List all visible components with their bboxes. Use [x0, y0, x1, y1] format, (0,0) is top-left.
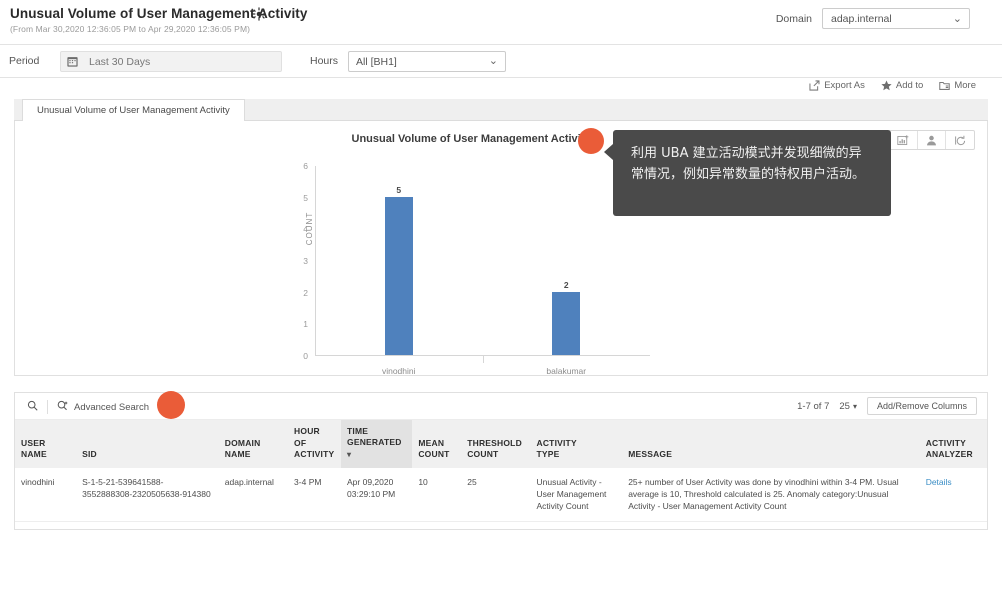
advanced-search-icon[interactable]: [57, 398, 69, 416]
cell-user-name: vinodhini: [15, 467, 77, 522]
y-tick-label: 0: [303, 351, 308, 361]
page-size-select[interactable]: 25 ▾: [839, 401, 857, 412]
page-header: Unusual Volume of User Management Activi…: [0, 0, 1002, 44]
filter-bar: Period Last 30 Days Hours All [BH1] ⌄: [0, 44, 1002, 78]
bar-value-label: 2: [563, 279, 569, 290]
y-tick-label: 4: [303, 224, 308, 235]
results-table-panel: Advanced Search 1-7 of 7 25 ▾ Add/Remove…: [14, 391, 988, 530]
annotation-callout: 利用 UBA 建立活动模式并发现细微的异常情况，例如异常数量的特权用户活动。: [604, 130, 891, 216]
sort-caret-icon: ▾: [347, 449, 352, 459]
search-icon[interactable]: [27, 398, 38, 416]
hours-select[interactable]: All [BH1] ⌄: [348, 51, 506, 72]
cell-activity-type: Unusual Activity - User Management Activ…: [530, 467, 623, 522]
column-header[interactable]: MEAN COUNT: [412, 420, 462, 468]
refresh-icon[interactable]: [946, 131, 974, 149]
chevron-down-icon: ⌄: [952, 13, 962, 25]
domain-label: Domain: [775, 12, 812, 25]
page-subtitle: (From Mar 30,2020 12:36:05 PM to Apr 29,…: [10, 24, 251, 34]
y-tick-label: 3: [303, 256, 308, 266]
chevron-down-icon: ⌄: [488, 55, 498, 67]
bar[interactable]: [384, 196, 413, 355]
user-icon[interactable]: [918, 131, 946, 149]
chart-toolbar: [889, 130, 975, 150]
y-tick-label: 2: [303, 287, 308, 298]
cell-domain-name: adap.internal: [218, 467, 289, 522]
cell-threshold-count: 25: [461, 467, 531, 522]
hours-label: Hours: [310, 55, 339, 67]
cell-message: 25+ number of User Activity was done by …: [622, 467, 920, 522]
export-icon: [809, 80, 820, 91]
column-header[interactable]: SID: [76, 420, 219, 468]
page-size-value: 25: [839, 400, 850, 412]
cell-activity-analyzer: Details: [919, 467, 987, 522]
callout-marker-chart: [578, 128, 604, 154]
callout-text: 利用 UBA 建立活动模式并发现细微的异常情况，例如异常数量的特权用户活动。: [631, 146, 866, 183]
period-input[interactable]: Last 30 Days: [60, 51, 282, 72]
x-axis-separator: [482, 356, 484, 363]
more-folder-icon: [939, 80, 951, 91]
report-page: Unusual Volume of User Management Activi…: [0, 0, 1002, 589]
cell-sid: S-1-5-21-539641588-3552888308-2320505638…: [76, 467, 219, 522]
y-axis-line: [315, 166, 316, 356]
cell-hour-of-activity: 3-4 PM: [288, 467, 342, 522]
domain-filter: Domain adap.internal ⌄: [776, 8, 970, 29]
bar-value-label: 5: [396, 184, 402, 195]
domain-select[interactable]: adap.internal ⌄: [822, 8, 970, 29]
sparkle-icon: [252, 7, 266, 21]
add-chart-icon[interactable]: [890, 131, 918, 149]
tab-unusual-volume[interactable]: Unusual Volume of User Management Activi…: [22, 99, 245, 121]
chart-plot-area: COUNT 0123456 5 vinodhini 2 balakumar: [303, 161, 650, 376]
cell-mean-count: 10: [412, 467, 462, 522]
column-header[interactable]: USER NAME: [15, 420, 77, 468]
period-label: Period: [9, 55, 40, 67]
star-icon: [881, 80, 892, 91]
period-value: Last 30 Days: [89, 55, 151, 68]
cell-time-generated: Apr 09,2020 03:29:10 PM: [341, 467, 413, 522]
report-actions: Export As Add to More: [809, 80, 976, 91]
y-tick-label: 1: [303, 319, 308, 330]
advanced-search-label[interactable]: Advanced Search: [74, 402, 149, 413]
bar[interactable]: [552, 291, 581, 355]
table-pagination-controls: 1-7 of 7 25 ▾ Add/Remove Columns: [797, 397, 977, 415]
calendar-icon: [61, 56, 83, 67]
record-range: 1-7 of 7: [797, 400, 830, 412]
results-table: USER NAME SID DOMAIN NAME HOUR OF ACTIVITY TIME G…: [15, 420, 987, 522]
table-toolbar: Advanced Search 1-7 of 7 25 ▾ Add/Remove…: [15, 391, 987, 420]
export-as-label: Export As: [824, 80, 865, 91]
chevron-down-icon: ▾: [852, 401, 857, 411]
column-header[interactable]: TIME GENERATED ▾: [341, 420, 413, 468]
column-header[interactable]: ACTIVITY TYPE: [530, 420, 623, 468]
column-header[interactable]: HOUR OF ACTIVITY: [288, 420, 342, 468]
tab-label: Unusual Volume of User Management Activi…: [37, 105, 230, 116]
callout-marker-search: [157, 391, 185, 419]
column-header[interactable]: THRESHOLD COUNT: [461, 420, 531, 468]
table-row[interactable]: vinodhini S-1-5-21-539641588-3552888308-2…: [15, 467, 987, 522]
table-header-row: USER NAME SID DOMAIN NAME HOUR OF ACTIVITY TIME G…: [15, 420, 987, 468]
x-tick-label: balakumar: [546, 366, 587, 376]
toolbar-divider: [47, 400, 48, 414]
add-to-button[interactable]: Add to: [881, 80, 923, 91]
y-tick-label: 6: [303, 161, 308, 171]
more-button[interactable]: More: [939, 80, 976, 91]
column-header[interactable]: MESSAGE: [622, 420, 920, 468]
add-to-label: Add to: [895, 80, 924, 91]
add-remove-columns-button[interactable]: Add/Remove Columns: [866, 397, 977, 415]
domain-selected-value: adap.internal: [831, 12, 892, 25]
column-header[interactable]: ACTIVITY ANALYZER: [919, 420, 987, 468]
table-body: vinodhini S-1-5-21-539641588-3552888308-2…: [15, 467, 987, 522]
hours-selected-value: All [BH1]: [356, 55, 397, 68]
column-header[interactable]: DOMAIN NAME: [218, 420, 289, 468]
tab-strip: Unusual Volume of User Management Activi…: [14, 99, 988, 121]
y-tick-label: 5: [303, 192, 308, 203]
x-tick-label: vinodhini: [381, 366, 416, 376]
more-label: More: [954, 80, 976, 91]
search-controls: Advanced Search: [27, 398, 149, 416]
export-as-button[interactable]: Export As: [809, 80, 865, 91]
details-link[interactable]: Details: [926, 477, 952, 487]
